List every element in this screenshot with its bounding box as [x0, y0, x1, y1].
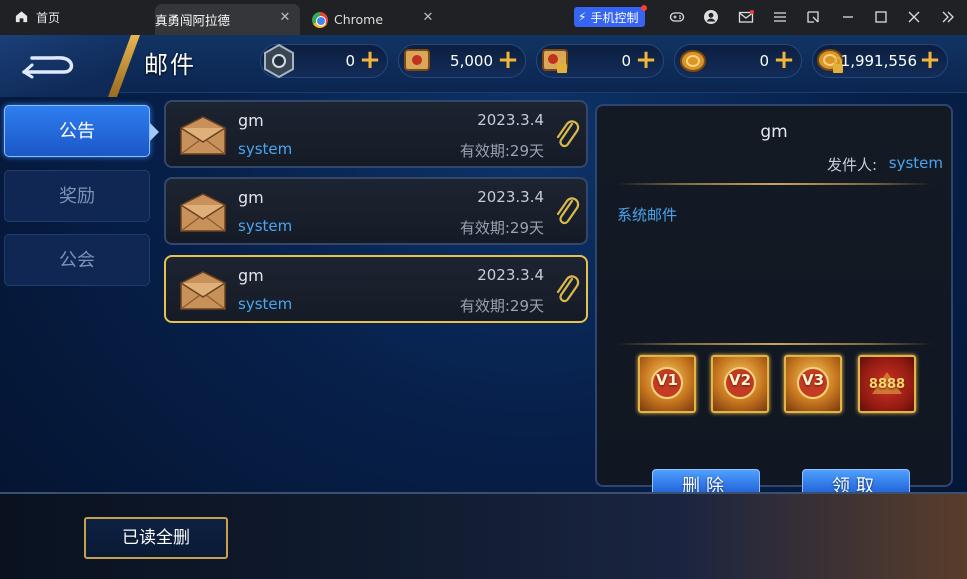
tab-game[interactable]: 真勇闯阿拉德 ✕ [155, 4, 300, 55]
lightning-icon: ⚡ [578, 10, 587, 24]
user-icon[interactable] [702, 8, 720, 26]
chrome-icon [312, 11, 328, 28]
back-arrow-icon [22, 56, 74, 79]
resource-locked-scroll: 0 + [536, 44, 664, 78]
resource-emblem: 0 + [260, 43, 388, 79]
resource-value: 1,991,556 [840, 52, 917, 70]
detail-body: 系统邮件 [617, 206, 678, 224]
divider [617, 343, 933, 345]
divider [617, 183, 933, 185]
reward-item-v3[interactable]: V3 [784, 355, 842, 413]
resource-locked-coin: 1,991,556 + [812, 44, 948, 78]
mail-from: system [238, 140, 293, 158]
plus-icon[interactable]: + [919, 47, 941, 73]
resource-value: 0 [345, 52, 355, 70]
detail-sender-label: 发件人: [826, 156, 877, 174]
resource-gold-coin: 0 + [674, 44, 802, 78]
plus-icon[interactable]: + [773, 47, 795, 73]
close-window-icon[interactable] [905, 8, 923, 26]
paperclip-icon [556, 197, 580, 225]
paperclip-icon [556, 120, 580, 148]
mail-date: 2023.3.4 [477, 266, 544, 284]
tab-chrome[interactable]: Chrome ✕ [303, 4, 443, 35]
emblem-icon [264, 43, 294, 79]
tab-chrome-label: Chrome [334, 12, 384, 27]
mail-date: 2023.3.4 [477, 188, 544, 206]
reward-label: V2 [728, 371, 752, 389]
back-button[interactable] [18, 50, 78, 80]
mail-expiry: 有效期:29天 [459, 297, 544, 315]
resource-value: 0 [621, 52, 631, 70]
detail-sender: system [888, 154, 943, 172]
minimize-icon[interactable] [839, 8, 857, 26]
phone-control-label: 手机控制 [590, 10, 639, 25]
pin-window-icon[interactable] [804, 8, 822, 26]
close-icon[interactable]: ✕ [421, 11, 435, 25]
mail-item[interactable]: gm system 2023.3.4 有效期:29天 [164, 177, 588, 245]
mail-sender: gm [238, 188, 264, 207]
resource-value: 5,000 [450, 52, 493, 70]
delete-all-read-button[interactable]: 已读全删 [84, 517, 228, 559]
mail-expiry: 有效期:29天 [459, 142, 544, 160]
close-icon[interactable]: ✕ [278, 11, 292, 25]
page-title: 邮件 [144, 51, 196, 79]
gamepad-icon[interactable] [668, 8, 686, 26]
home-icon [14, 9, 29, 27]
envelope-icon [180, 116, 226, 155]
detail-title: gm [760, 122, 788, 142]
home-tab[interactable]: 首页 [14, 0, 60, 35]
gold-coin-icon [680, 50, 706, 72]
double-chevron-right-icon[interactable] [939, 8, 957, 26]
mail-item[interactable]: gm system 2023.3.4 有效期:29天 [164, 100, 588, 168]
resource-value: 0 [759, 52, 769, 70]
reward-item-v1[interactable]: V1 [638, 355, 696, 413]
scroll-icon [404, 49, 430, 71]
mail-from: system [238, 295, 293, 313]
envelope-icon [180, 193, 226, 232]
mail-from: system [238, 217, 293, 235]
plus-icon[interactable]: + [497, 47, 519, 73]
mail-detail-panel: gm 发件人: system 系统邮件 V1 V2 V3 8888 删除 领取 [595, 104, 953, 505]
bottom-bar: 已读全删 [0, 492, 967, 579]
notification-dot [641, 5, 648, 11]
tab-rewards[interactable]: 奖励 [4, 170, 150, 222]
reward-label: 8888 [868, 377, 906, 392]
envelope-icon [180, 271, 226, 310]
window-title-bar: 首页 真勇闯阿拉德 ✕ Chrome ✕ ⚡ 手机控制 [0, 0, 967, 55]
reward-label: V1 [655, 371, 679, 389]
plus-icon[interactable]: + [635, 47, 657, 73]
home-tab-label: 首页 [36, 11, 61, 25]
phone-control-button[interactable]: ⚡ 手机控制 [574, 5, 648, 27]
mail-item-selected[interactable]: gm system 2023.3.4 有效期:29天 [164, 255, 588, 323]
tab-announcement[interactable]: 公告 [4, 105, 159, 157]
locked-scroll-icon [542, 49, 568, 73]
mail-sender: gm [238, 111, 264, 130]
mail-date: 2023.3.4 [477, 111, 544, 129]
paperclip-icon [556, 275, 580, 303]
game-viewport: 邮件 0 + 5,000 + 0 + 0 + 1,991,556 + 公告 奖励… [0, 35, 967, 579]
mail-icon[interactable] [737, 8, 755, 26]
reward-item-v2[interactable]: V2 [711, 355, 769, 413]
resource-scroll: 5,000 + [398, 44, 526, 78]
reward-label: V3 [801, 371, 825, 389]
mail-sender: gm [238, 266, 264, 285]
tab-guild[interactable]: 公会 [4, 234, 150, 286]
mail-expiry: 有效期:29天 [459, 219, 544, 237]
menu-icon[interactable] [771, 8, 789, 26]
tab-game-label: 真勇闯阿拉德 [155, 13, 231, 28]
maximize-icon[interactable] [872, 8, 890, 26]
reward-item-pack[interactable]: 8888 [858, 355, 916, 413]
plus-icon[interactable]: + [359, 47, 381, 73]
